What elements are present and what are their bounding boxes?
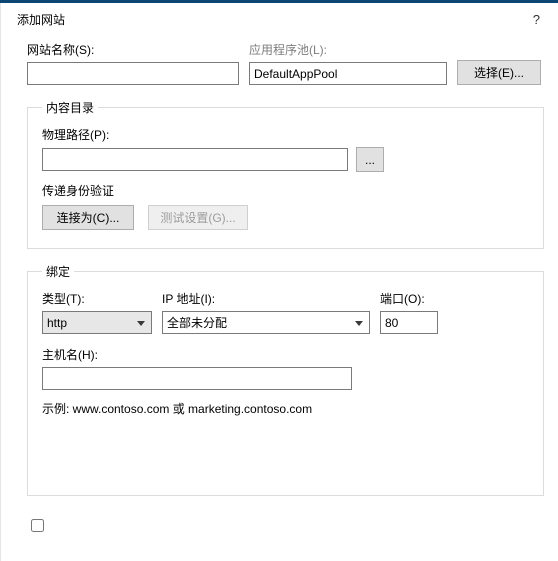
binding-ip-label: IP 地址(I): [162,290,370,307]
site-name-input[interactable] [27,62,239,85]
start-website-row [27,516,544,535]
binding-type-label: 类型(T): [42,290,152,307]
hostname-input[interactable] [42,367,352,390]
titlebar: 添加网站 ? [1,3,558,35]
add-website-dialog: 添加网站 ? 网站名称(S): 应用程序池(L): . 选择(E)... 内容目… [0,3,558,561]
binding-port-input[interactable] [380,311,438,334]
binding-type-select[interactable]: http [42,311,152,334]
physical-path-input[interactable] [42,148,348,171]
content-directory-group: 内容目录 物理路径(P): ... 传递身份验证 连接为(C)... 测试设置(… [27,99,544,249]
site-name-row: 网站名称(S): 应用程序池(L): . 选择(E)... [27,41,544,85]
hostname-label: 主机名(H): [42,346,529,363]
binding-legend: 绑定 [42,263,74,280]
content-directory-legend: 内容目录 [42,99,98,116]
app-pool-field [249,62,447,85]
start-website-checkbox[interactable] [31,519,44,532]
hostname-hint: 示例: www.contoso.com 或 marketing.contoso.… [42,400,529,417]
binding-group: 绑定 类型(T): http IP 地址(I): 全部未分配 [27,263,544,496]
binding-port-label: 端口(O): [380,290,438,307]
app-pool-label: 应用程序池(L): [249,41,447,58]
passthrough-auth-label: 传递身份验证 [42,182,529,199]
site-name-label: 网站名称(S): [27,41,239,58]
browse-button[interactable]: ... [356,147,384,172]
help-icon[interactable]: ? [527,10,546,29]
select-app-pool-button[interactable]: 选择(E)... [457,60,541,85]
physical-path-label: 物理路径(P): [42,126,529,143]
test-settings-button: 测试设置(G)... [148,205,248,230]
binding-ip-select[interactable]: 全部未分配 [162,311,370,334]
dialog-content: 网站名称(S): 应用程序池(L): . 选择(E)... 内容目录 物理路径(… [1,35,558,545]
connect-as-button[interactable]: 连接为(C)... [42,205,134,230]
dialog-title: 添加网站 [17,11,65,28]
